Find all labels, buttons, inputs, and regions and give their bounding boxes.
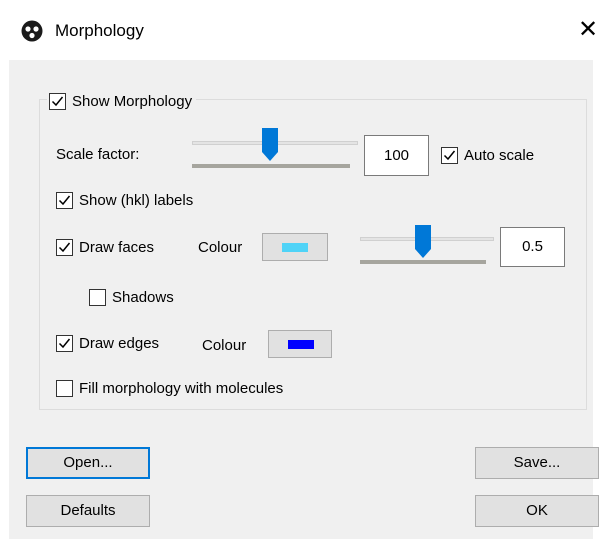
checkbox-icon: [56, 191, 73, 209]
checkbox-icon: [441, 146, 458, 164]
shadows-label: Shadows: [112, 288, 174, 306]
shadows-checkbox[interactable]: Shadows: [89, 287, 174, 307]
close-icon[interactable]: ✕: [575, 16, 601, 44]
scale-value-field[interactable]: 100: [364, 135, 429, 176]
defaults-button[interactable]: Defaults: [26, 495, 150, 527]
draw-faces-label: Draw faces: [79, 238, 155, 256]
scale-factor-label: Scale factor:: [56, 145, 140, 163]
edges-colour-label: Colour: [202, 336, 247, 354]
show-morphology-label: Show Morphology: [72, 92, 193, 110]
opacity-slider-thumb[interactable]: [415, 225, 431, 259]
show-hkl-label: Show (hkl) labels: [79, 191, 194, 209]
show-hkl-checkbox[interactable]: Show (hkl) labels: [56, 190, 193, 210]
checkbox-icon: [49, 92, 66, 110]
faces-colour-button[interactable]: [262, 233, 328, 261]
checkbox-icon: [89, 288, 106, 306]
title-bar: Morphology ✕: [0, 0, 608, 60]
draw-edges-checkbox[interactable]: Draw edges: [56, 333, 159, 353]
draw-edges-label: Draw edges: [79, 334, 160, 352]
opacity-slider-tickbar: [360, 260, 486, 264]
checkbox-icon: [56, 379, 73, 397]
auto-scale-label: Auto scale: [464, 146, 535, 164]
checkbox-icon: [56, 238, 73, 256]
checkbox-icon: [56, 334, 73, 352]
ok-button[interactable]: OK: [475, 495, 599, 527]
fill-molecules-label: Fill morphology with molecules: [79, 379, 284, 397]
scale-factor-label-row: Scale factor:: [56, 144, 139, 164]
faces-colour-label-row: Colour: [198, 237, 242, 257]
auto-scale-checkbox[interactable]: Auto scale: [441, 145, 534, 165]
morphology-app-icon: [21, 20, 43, 42]
faces-colour-swatch: [282, 243, 308, 252]
edges-colour-swatch: [288, 340, 314, 349]
fill-molecules-checkbox[interactable]: Fill morphology with molecules: [56, 378, 283, 398]
draw-faces-checkbox[interactable]: Draw faces: [56, 237, 154, 257]
edges-colour-button[interactable]: [268, 330, 332, 358]
save-button[interactable]: Save...: [475, 447, 599, 479]
scale-slider-tickbar: [192, 164, 350, 168]
show-morphology-checkbox[interactable]: Show Morphology: [47, 90, 197, 112]
faces-colour-label: Colour: [198, 238, 243, 256]
window-title: Morphology: [55, 21, 144, 40]
open-button[interactable]: Open...: [26, 447, 150, 479]
scale-slider-thumb[interactable]: [262, 128, 278, 162]
edges-colour-label-row: Colour: [202, 335, 246, 355]
opacity-value-field[interactable]: 0.5: [500, 227, 565, 267]
